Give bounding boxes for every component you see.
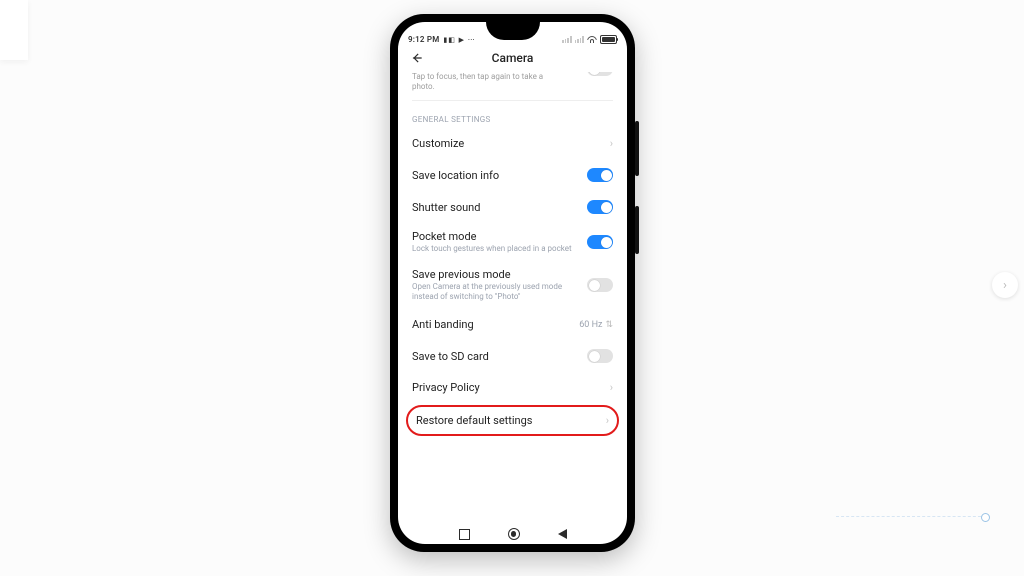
page-title: Camera — [408, 51, 617, 65]
section-divider — [412, 100, 613, 101]
carousel-next-button[interactable]: › — [992, 272, 1018, 298]
phone-screen: 9:12 PM ▮◧ ▶ ⋯ Camera — [398, 22, 627, 544]
row-save-previous-mode[interactable]: Save previous mode Open Camera at the pr… — [398, 261, 627, 309]
row-description: Open Camera at the previously used mode … — [412, 282, 587, 302]
section-label-general: GENERAL SETTINGS — [398, 105, 627, 128]
row-save-to-sd-card[interactable]: Save to SD card — [398, 340, 627, 372]
prev-item-cutoff: Tap to focus, then tap again to take a p… — [398, 72, 627, 100]
row-customize[interactable]: Customize › — [398, 128, 627, 159]
nav-recent-button[interactable] — [459, 529, 470, 540]
row-anti-banding[interactable]: Anti banding 60 Hz ⇅ — [398, 309, 627, 340]
row-label: Save to SD card — [412, 350, 587, 363]
settings-scroll-area[interactable]: Tap to focus, then tap again to take a p… — [398, 72, 627, 524]
chevron-right-icon: › — [610, 137, 613, 150]
row-restore-default-settings[interactable]: Restore default settings › — [408, 407, 617, 434]
chevron-right-icon: › — [606, 414, 609, 427]
signal-icon-2 — [575, 36, 584, 43]
battery-icon — [600, 35, 617, 44]
toggle-save-to-sd-card[interactable] — [587, 349, 613, 363]
toggle-shutter-sound[interactable] — [587, 200, 613, 214]
row-save-location-info[interactable]: Save location info — [398, 159, 627, 191]
row-label: Restore default settings — [416, 414, 600, 427]
app-header: Camera — [398, 44, 627, 72]
phone-side-button-lower — [635, 206, 639, 254]
phone-frame: 9:12 PM ▮◧ ▶ ⋯ Camera — [390, 14, 635, 552]
toggle-pocket-mode[interactable] — [587, 235, 613, 249]
row-label: Shutter sound — [412, 201, 587, 214]
row-privacy-policy[interactable]: Privacy Policy › — [398, 372, 627, 403]
row-shutter-sound[interactable]: Shutter sound — [398, 191, 627, 223]
row-label: Privacy Policy — [412, 381, 604, 394]
row-label: Anti banding — [412, 318, 573, 331]
row-label: Pocket mode — [412, 230, 587, 243]
up-down-icon: ⇅ — [605, 320, 613, 330]
signal-icon — [562, 36, 571, 43]
row-pocket-mode[interactable]: Pocket mode Lock touch gestures when pla… — [398, 223, 627, 261]
anti-banding-value: 60 Hz — [579, 320, 602, 330]
nav-home-button[interactable] — [508, 528, 520, 540]
row-description: Lock touch gestures when placed in a poc… — [412, 244, 587, 254]
row-label: Save previous mode — [412, 268, 587, 281]
status-time: 9:12 PM — [408, 35, 439, 44]
row-label: Customize — [412, 137, 604, 150]
android-nav-bar — [398, 524, 627, 544]
toggle-save-previous-mode[interactable] — [587, 278, 613, 292]
status-notification-icons: ▮◧ ▶ ⋯ — [443, 36, 475, 44]
phone-side-button-upper — [635, 121, 639, 176]
row-label: Save location info — [412, 169, 587, 182]
highlight-ring: Restore default settings › — [406, 405, 619, 436]
page-edge-decoration — [0, 0, 28, 60]
toggle-save-location-info[interactable] — [587, 168, 613, 182]
prev-item-toggle[interactable] — [587, 72, 613, 76]
decoration-line — [836, 516, 986, 519]
nav-back-button[interactable] — [558, 529, 567, 539]
wifi-icon — [587, 36, 597, 43]
chevron-right-icon: › — [610, 381, 613, 394]
